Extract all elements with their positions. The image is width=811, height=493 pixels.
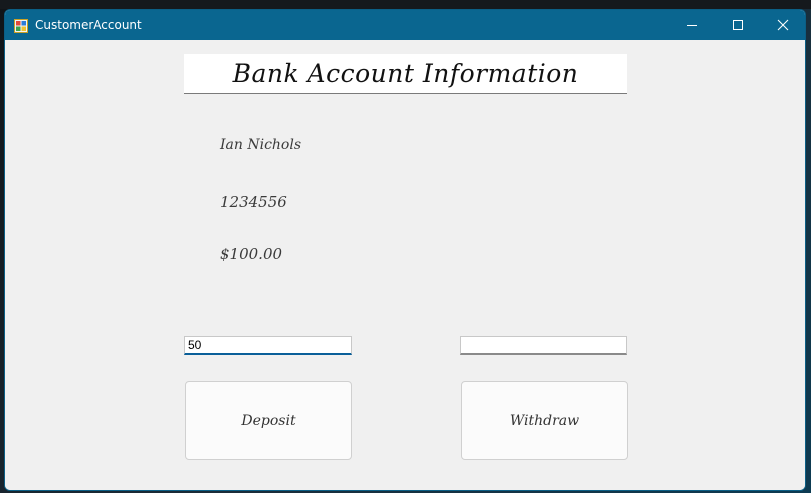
customer-name-label: Ian Nichols — [220, 137, 302, 153]
maximize-button[interactable] — [715, 10, 761, 40]
deposit-button-label: Deposit — [241, 412, 296, 429]
deposit-amount-input[interactable] — [184, 336, 352, 355]
account-number-label: 1234556 — [220, 193, 287, 211]
title-bar[interactable]: CustomerAccount — [5, 10, 805, 40]
withdraw-amount-input[interactable] — [460, 336, 627, 355]
desktop-background: CustomerAccount Bank Account Information… — [0, 0, 811, 493]
close-button[interactable] — [760, 10, 805, 40]
balance-label: $100.00 — [220, 245, 283, 263]
app-form-icon — [14, 18, 28, 33]
maximize-icon — [732, 19, 744, 31]
page-title: Bank Account Information — [232, 59, 579, 88]
deposit-button[interactable]: Deposit — [185, 381, 352, 460]
heading-panel: Bank Account Information — [184, 54, 627, 94]
form-client-area: Bank Account Information Ian Nichols 123… — [5, 40, 805, 490]
close-icon — [777, 19, 789, 31]
desktop-top-strip — [0, 0, 811, 9]
customer-account-window: CustomerAccount Bank Account Information… — [4, 9, 806, 491]
withdraw-button-label: Withdraw — [509, 412, 580, 429]
window-title: CustomerAccount — [35, 18, 142, 32]
minimize-button[interactable] — [669, 10, 715, 40]
withdraw-button[interactable]: Withdraw — [461, 381, 628, 460]
minimize-icon — [686, 19, 698, 31]
